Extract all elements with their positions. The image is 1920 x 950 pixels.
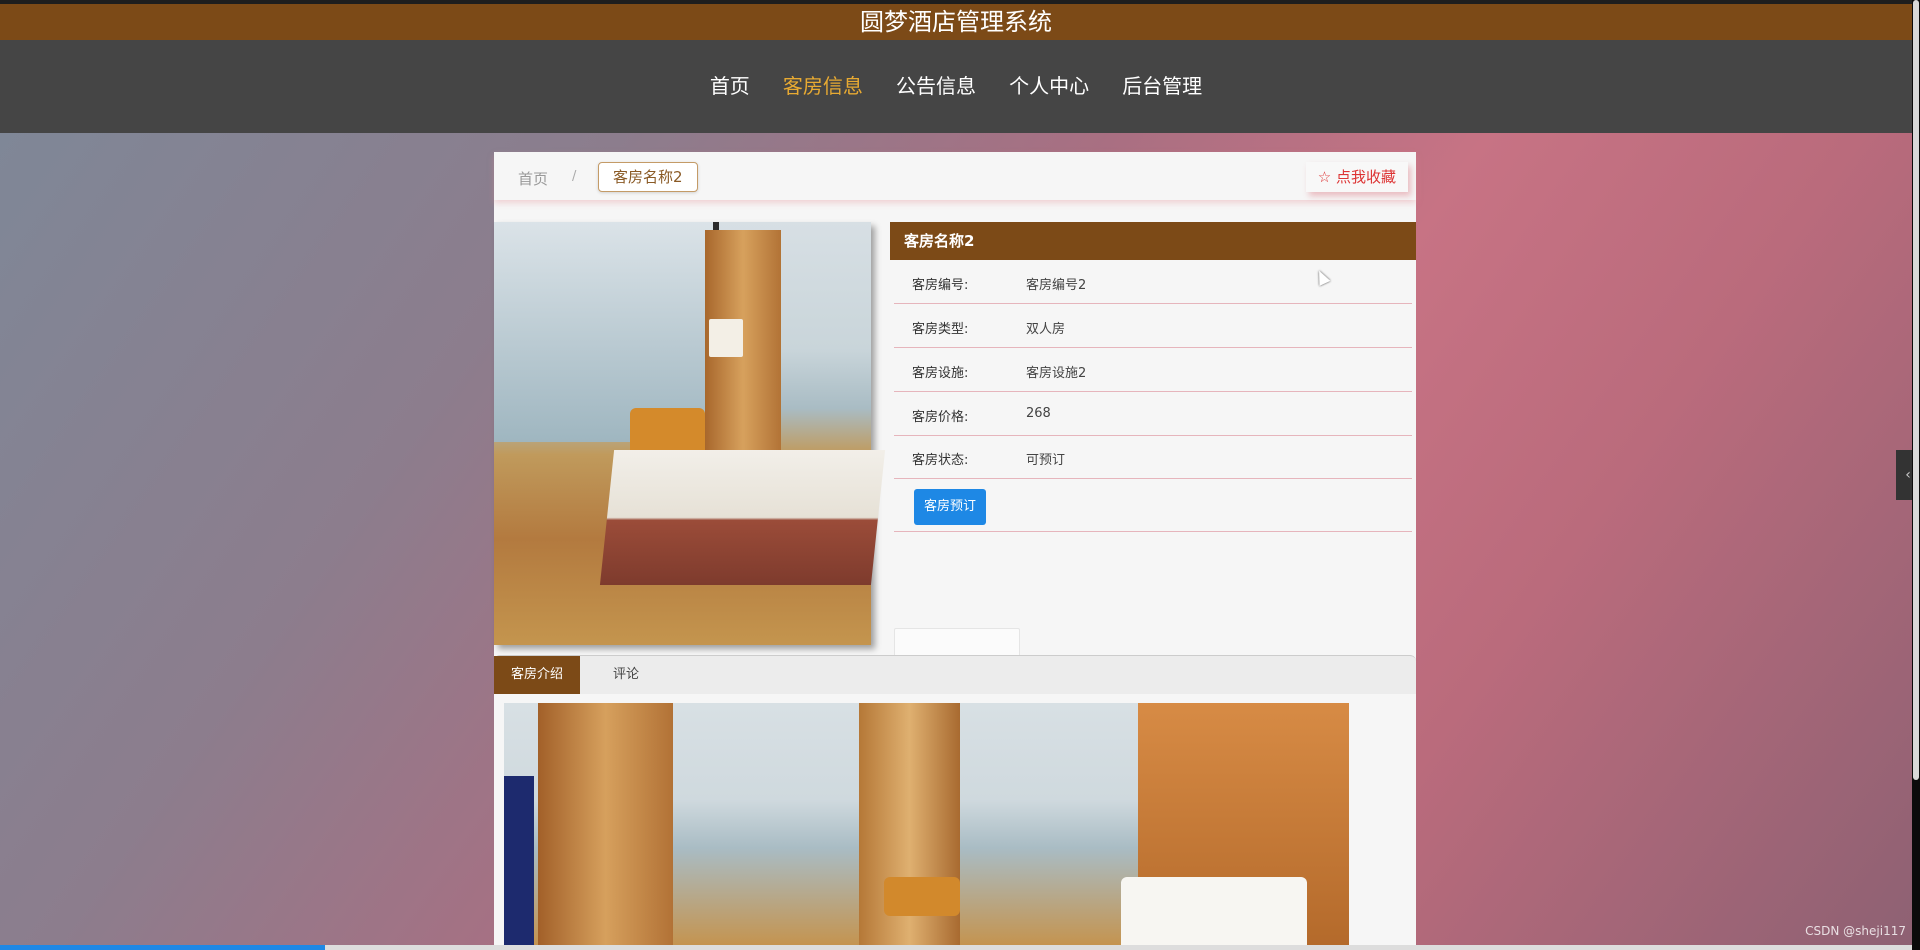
field-room-facilities: 客房设施: 客房设施2	[894, 348, 1412, 392]
field-value: 可预订	[1026, 453, 1066, 468]
field-value: 双人房	[1026, 322, 1066, 337]
main-nav: 首页 客房信息 公告信息 个人中心 后台管理	[0, 40, 1912, 133]
tab-room-intro[interactable]: 客房介绍	[494, 656, 581, 694]
field-room-price: 客房价格: 268	[894, 392, 1412, 436]
page-progress-fill	[0, 945, 326, 950]
field-room-status: 客房状态: 可预订	[894, 435, 1412, 479]
field-label: 客房类型:	[912, 322, 969, 337]
room-detail-panel: 首页 / 客房名称2 ☆ 点我收藏 客房名称2 客房编号: 客房编号2 客房类型…	[494, 152, 1416, 945]
breadcrumb-separator: /	[572, 169, 577, 184]
breadcrumb: 首页 / 客房名称2 ☆ 点我收藏	[494, 152, 1416, 200]
nav-item-admin[interactable]: 后台管理	[1122, 40, 1202, 133]
watermark: CSDN @sheji117	[1805, 924, 1906, 938]
breadcrumb-home[interactable]: 首页	[518, 168, 548, 189]
page-progress-bar	[0, 945, 1912, 950]
field-label: 客房价格:	[912, 410, 969, 425]
field-value: 客房编号2	[1026, 278, 1087, 293]
book-room-button[interactable]: 客房预订	[914, 489, 986, 525]
detail-tabs: 客房介绍 评论	[494, 655, 1416, 694]
favorite-button[interactable]: ☆ 点我收藏	[1305, 162, 1408, 192]
field-room-type: 客房类型: 双人房	[894, 304, 1412, 348]
site-title-bar: 圆梦酒店管理系统	[0, 0, 1912, 40]
field-label: 客房设施:	[912, 366, 969, 381]
field-value: 268	[1026, 406, 1051, 421]
nav-item-profile[interactable]: 个人中心	[1009, 40, 1089, 133]
room-intro-photo	[504, 703, 1349, 945]
field-label: 客房状态:	[912, 453, 969, 468]
scrollbar-thumb[interactable]	[1913, 0, 1919, 780]
vertical-scrollbar[interactable]	[1912, 0, 1920, 950]
nav-item-notices[interactable]: 公告信息	[896, 40, 976, 133]
field-value: 客房设施2	[1026, 366, 1087, 381]
field-room-number: 客房编号: 客房编号2	[894, 260, 1412, 304]
breadcrumb-current: 客房名称2	[598, 162, 698, 192]
field-label: 客房编号:	[912, 278, 969, 293]
nav-item-home[interactable]: 首页	[710, 40, 750, 133]
site-title: 圆梦酒店管理系统	[860, 8, 1052, 36]
tab-comments[interactable]: 评论	[596, 656, 656, 694]
room-photo	[494, 222, 886, 645]
room-name-header: 客房名称2	[890, 222, 1416, 260]
nav-item-rooms[interactable]: 客房信息	[783, 40, 863, 133]
